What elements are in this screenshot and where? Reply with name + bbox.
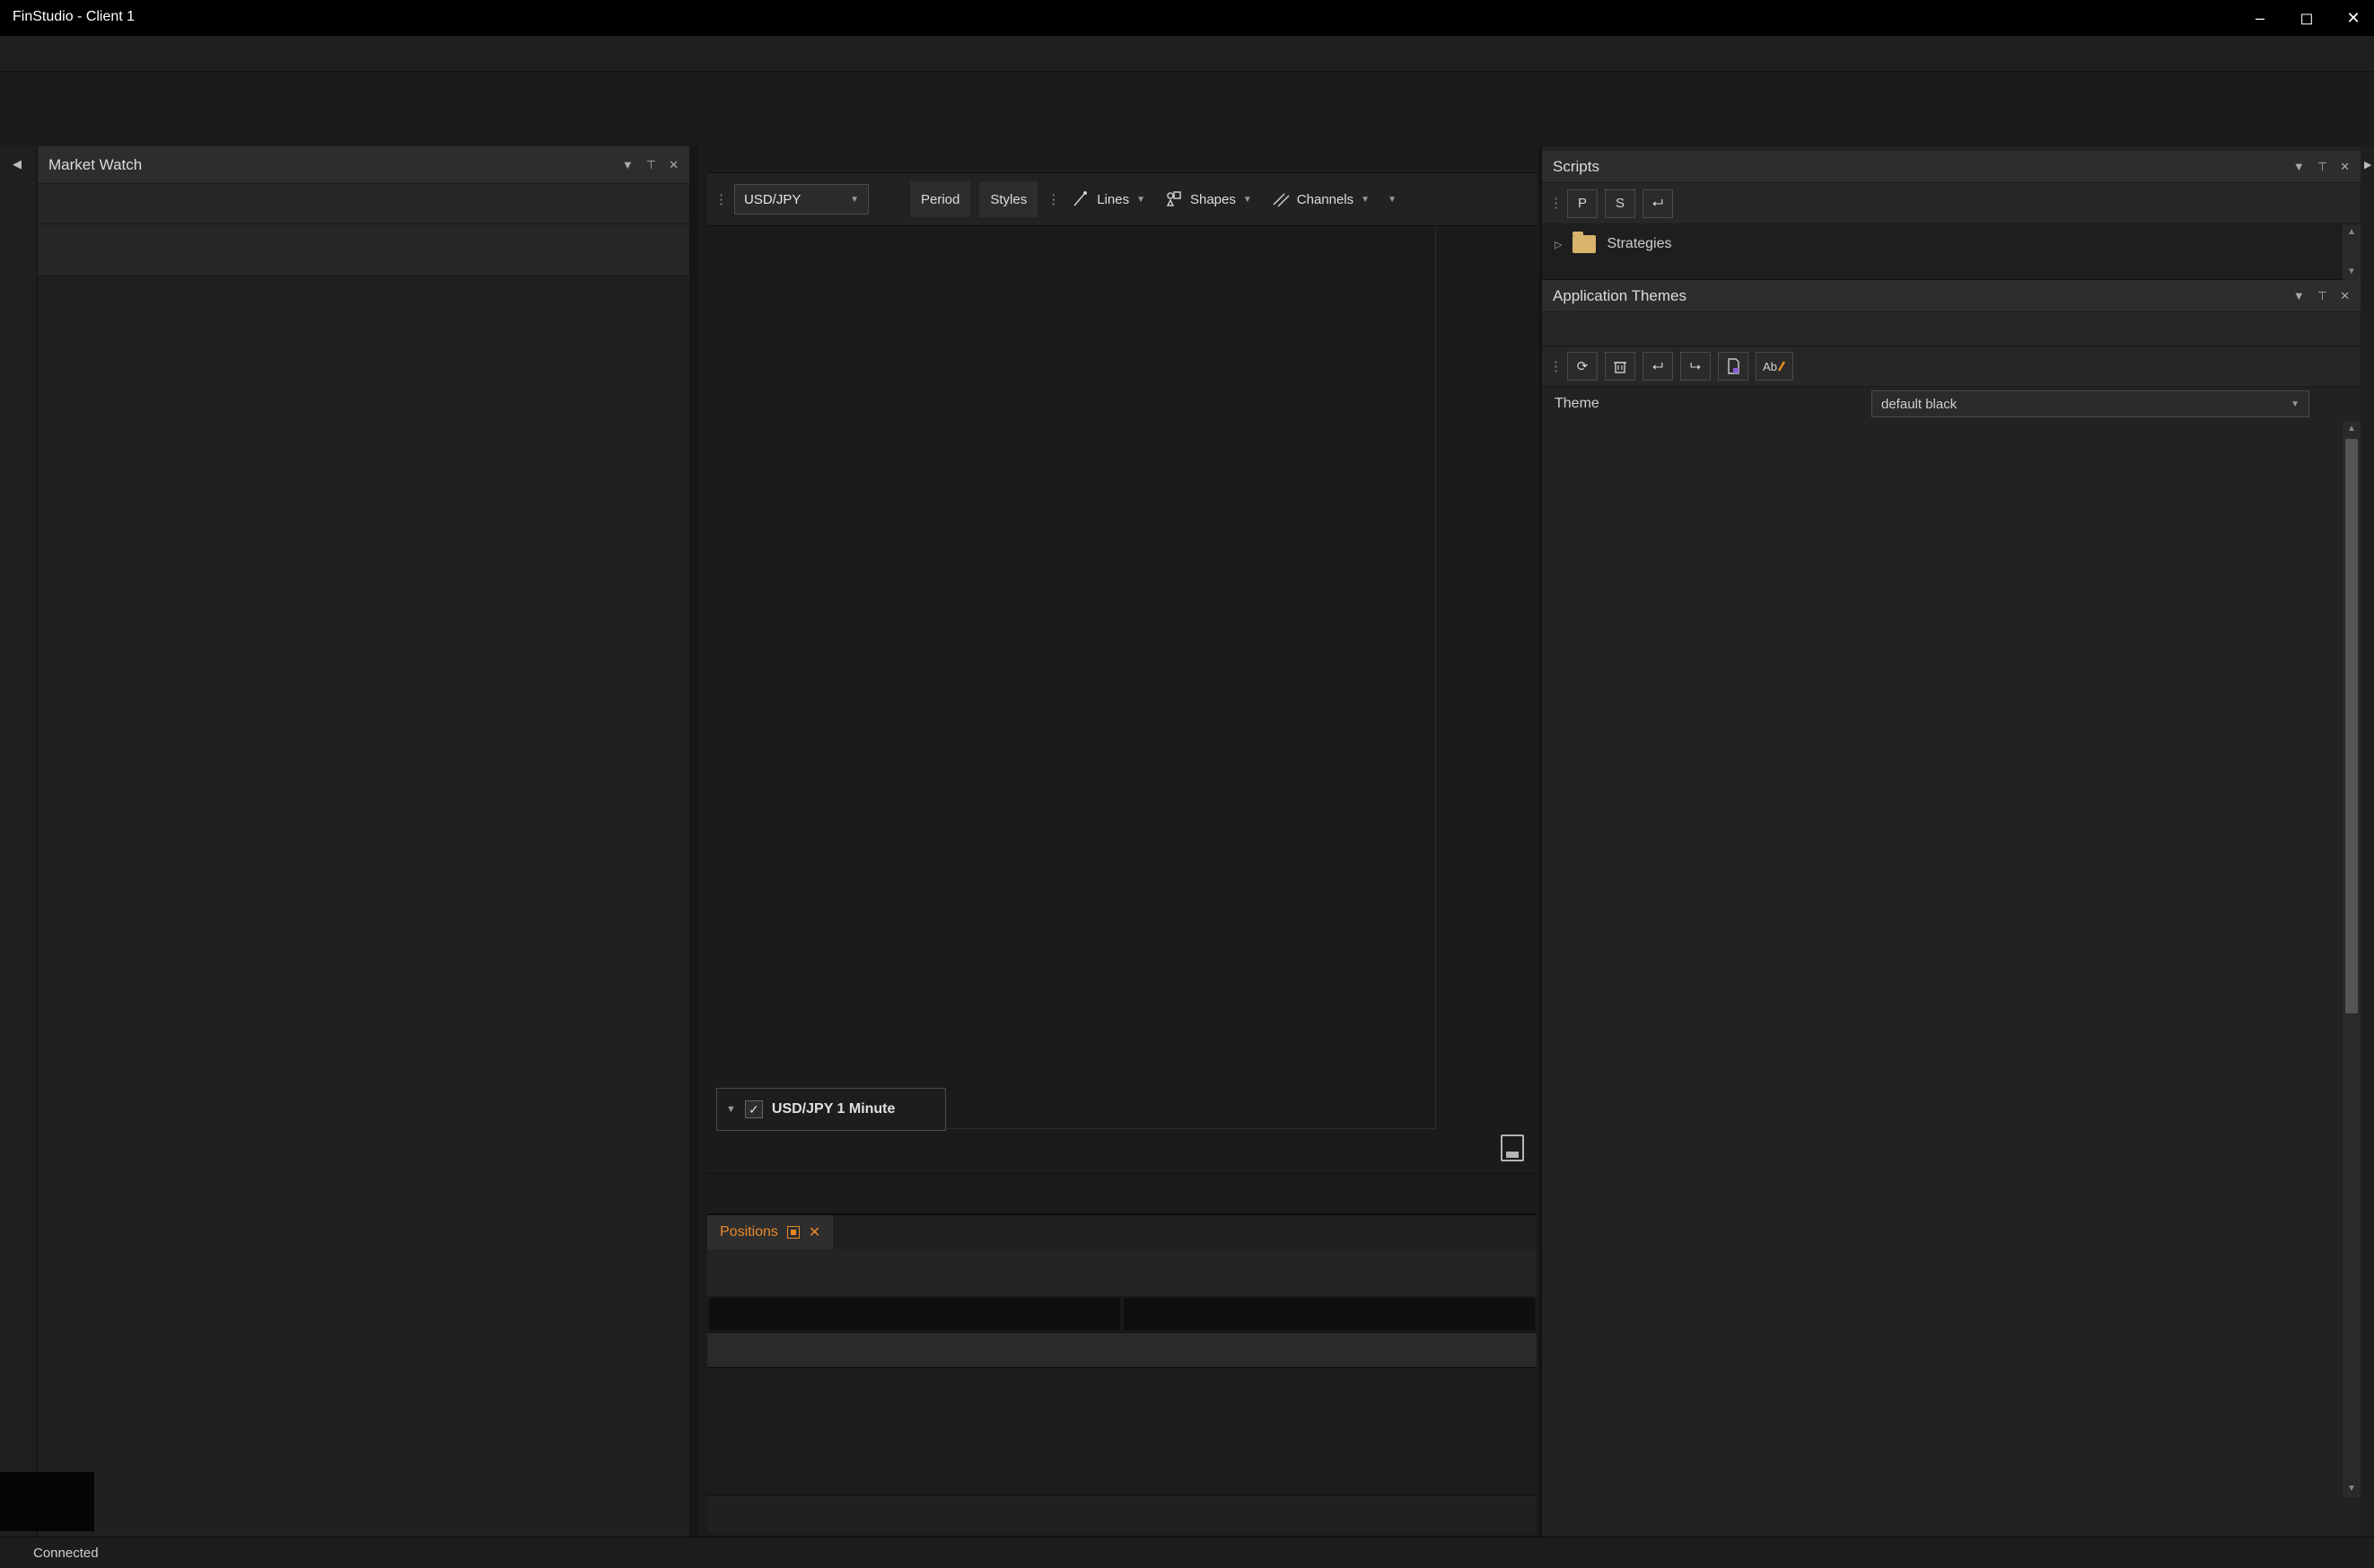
themes-toolbar: ⋮ ⟳ ⮠ ⮡ Ab: [1542, 346, 2361, 387]
positions-summary: [707, 1296, 1537, 1332]
scripts-title: Scripts: [1553, 158, 1599, 176]
close-tab-icon[interactable]: ✕: [809, 1223, 820, 1241]
price-axis[interactable]: [1436, 226, 1537, 1128]
market-watch-panel: Market Watch ▼ ⊤ ✕: [38, 146, 698, 1537]
legend-label: USD/JPY 1 Minute: [772, 1101, 896, 1117]
close-panel-icon[interactable]: ✕: [669, 158, 679, 172]
toolbar-grip-icon[interactable]: ⋮: [1549, 363, 1560, 371]
delete-theme-icon[interactable]: [1605, 352, 1635, 381]
collapse-right-icon: ▶: [2364, 159, 2371, 171]
connection-status-text: Connected: [33, 1546, 99, 1561]
chart-toolbar: ⋮ USD/JPY▼ Period Styles ⋮ Lines▼ Shapes…: [707, 173, 1537, 226]
pin-icon[interactable]: ⊤: [2317, 289, 2327, 303]
themes-title: Application Themes: [1553, 287, 1686, 305]
title-bar: FinStudio - Client 1 – ◻ ✕: [0, 0, 2374, 36]
positions-body: [707, 1368, 1537, 1494]
save-theme-icon[interactable]: [1718, 352, 1748, 381]
close-button[interactable]: ✕: [2342, 9, 2365, 28]
scripts-scrollbar[interactable]: ▲ ▼: [2343, 224, 2361, 280]
collapse-left-icon: ◀: [13, 157, 22, 171]
chart-legend[interactable]: ▼ ✓ USD/JPY 1 Minute: [716, 1088, 946, 1131]
document-tabs: [0, 121, 2374, 146]
theme-select[interactable]: default black▼: [1871, 390, 2309, 417]
time-axis[interactable]: [767, 1128, 1436, 1173]
export-theme-icon[interactable]: ⮡: [1680, 352, 1711, 381]
import-theme-icon[interactable]: ⮠: [1643, 352, 1673, 381]
market-watch-toolbar: [38, 184, 689, 224]
balance-bar: [707, 1494, 1537, 1533]
app-window: FinStudio - Client 1 – ◻ ✕ ◀ Market Watc…: [0, 0, 2374, 1568]
new-script-icon[interactable]: S: [1605, 189, 1635, 218]
legend-checkbox[interactable]: ✓: [745, 1100, 763, 1118]
left-collapse-gutter[interactable]: ◀: [0, 146, 38, 1537]
pin-icon[interactable]: ⊤: [646, 158, 656, 172]
scripts-tree: ▷ Strategies ▲ ▼: [1542, 224, 2361, 280]
chart-screenshot-icon[interactable]: [1501, 1134, 1524, 1161]
close-panel-icon[interactable]: ✕: [2340, 289, 2350, 303]
styles-button[interactable]: Styles: [979, 181, 1038, 217]
toolbar-grip-icon[interactable]: ⋮: [1047, 196, 1057, 204]
menu-bar: [0, 36, 2374, 72]
window-title: FinStudio - Client 1: [13, 9, 135, 25]
scroll-up-icon[interactable]: ▲: [2343, 224, 2361, 241]
market-watch-title: Market Watch: [48, 156, 142, 174]
expand-icon[interactable]: ▷: [1555, 239, 1562, 250]
positions-columns: [707, 1332, 1537, 1368]
right-collapse-gutter[interactable]: ▶: [2361, 146, 2374, 1537]
scroll-down-icon[interactable]: ▼: [2343, 1481, 2361, 1497]
scroll-thumb[interactable]: [2345, 439, 2358, 1013]
folder-icon: [1572, 235, 1596, 253]
chart-area: ▼ ✓ USD/JPY 1 Minute: [707, 226, 1537, 1173]
chart-workspace: ⋮ USD/JPY▼ Period Styles ⋮ Lines▼ Shapes…: [707, 146, 1537, 1537]
toolbar-overflow-icon[interactable]: ▼: [1388, 195, 1397, 205]
settings-scrollbar[interactable]: ▲ ▼: [2343, 421, 2361, 1497]
new-project-icon[interactable]: P: [1567, 189, 1598, 218]
theme-row: Theme default black▼: [1542, 387, 2361, 421]
positions-actions: [707, 1249, 1537, 1296]
workspace-tabs: [707, 146, 1537, 173]
symbol-select[interactable]: USD/JPY▼: [734, 184, 869, 215]
main-toolbar: [0, 73, 2374, 121]
tree-item-strategies[interactable]: ▷ Strategies: [1542, 224, 2361, 253]
scroll-down-icon[interactable]: ▼: [2343, 264, 2361, 280]
scripts-toolbar: ⋮ P S ⮠: [1542, 183, 2361, 224]
empty-corner-block: [0, 1472, 94, 1531]
shapes-dropdown[interactable]: Shapes▼: [1160, 190, 1257, 208]
toolbar-grip-icon[interactable]: ⋮: [1549, 199, 1560, 207]
connection-status-icon: [13, 1547, 24, 1559]
rename-theme-icon[interactable]: Ab: [1756, 352, 1793, 381]
lines-dropdown[interactable]: Lines▼: [1066, 190, 1151, 208]
chevron-down-icon[interactable]: ▼: [2293, 289, 2305, 302]
themes-tabs: [1542, 312, 2361, 346]
maximize-button[interactable]: ◻: [2295, 9, 2318, 28]
toolbar-grip-icon[interactable]: ⋮: [714, 196, 725, 204]
candlestick-plot[interactable]: [767, 226, 1436, 1128]
channels-dropdown[interactable]: Channels▼: [1266, 190, 1375, 208]
period-button[interactable]: Period: [910, 181, 970, 217]
positions-tab[interactable]: Positions ✕: [707, 1215, 833, 1249]
scroll-up-icon[interactable]: ▲: [2343, 421, 2361, 437]
legend-collapse-icon[interactable]: ▼: [726, 1104, 736, 1115]
refresh-icon[interactable]: ⟳: [1567, 352, 1598, 381]
right-dock: Scripts ▼ ⊤ ✕ ⋮ P S ⮠ ▷ Strategies ▲ ▼ A…: [1539, 146, 2361, 1537]
market-watch-header: [38, 224, 689, 276]
status-bar: Connected: [0, 1537, 2374, 1568]
chevron-down-icon[interactable]: ▼: [622, 158, 634, 171]
positions-panel: Positions ✕: [707, 1213, 1537, 1494]
chart-bottom-tabs: [707, 1173, 1537, 1213]
theme-settings-list: ▲ ▼: [1542, 421, 2361, 1497]
theme-label: Theme: [1555, 396, 1599, 412]
pin-icon[interactable]: ⊤: [2317, 160, 2327, 174]
window-copy-icon: [787, 1226, 800, 1239]
chevron-down-icon[interactable]: ▼: [2293, 160, 2305, 173]
import-script-icon[interactable]: ⮠: [1643, 189, 1673, 218]
close-panel-icon[interactable]: ✕: [2340, 160, 2350, 174]
minimize-button[interactable]: –: [2248, 9, 2272, 28]
